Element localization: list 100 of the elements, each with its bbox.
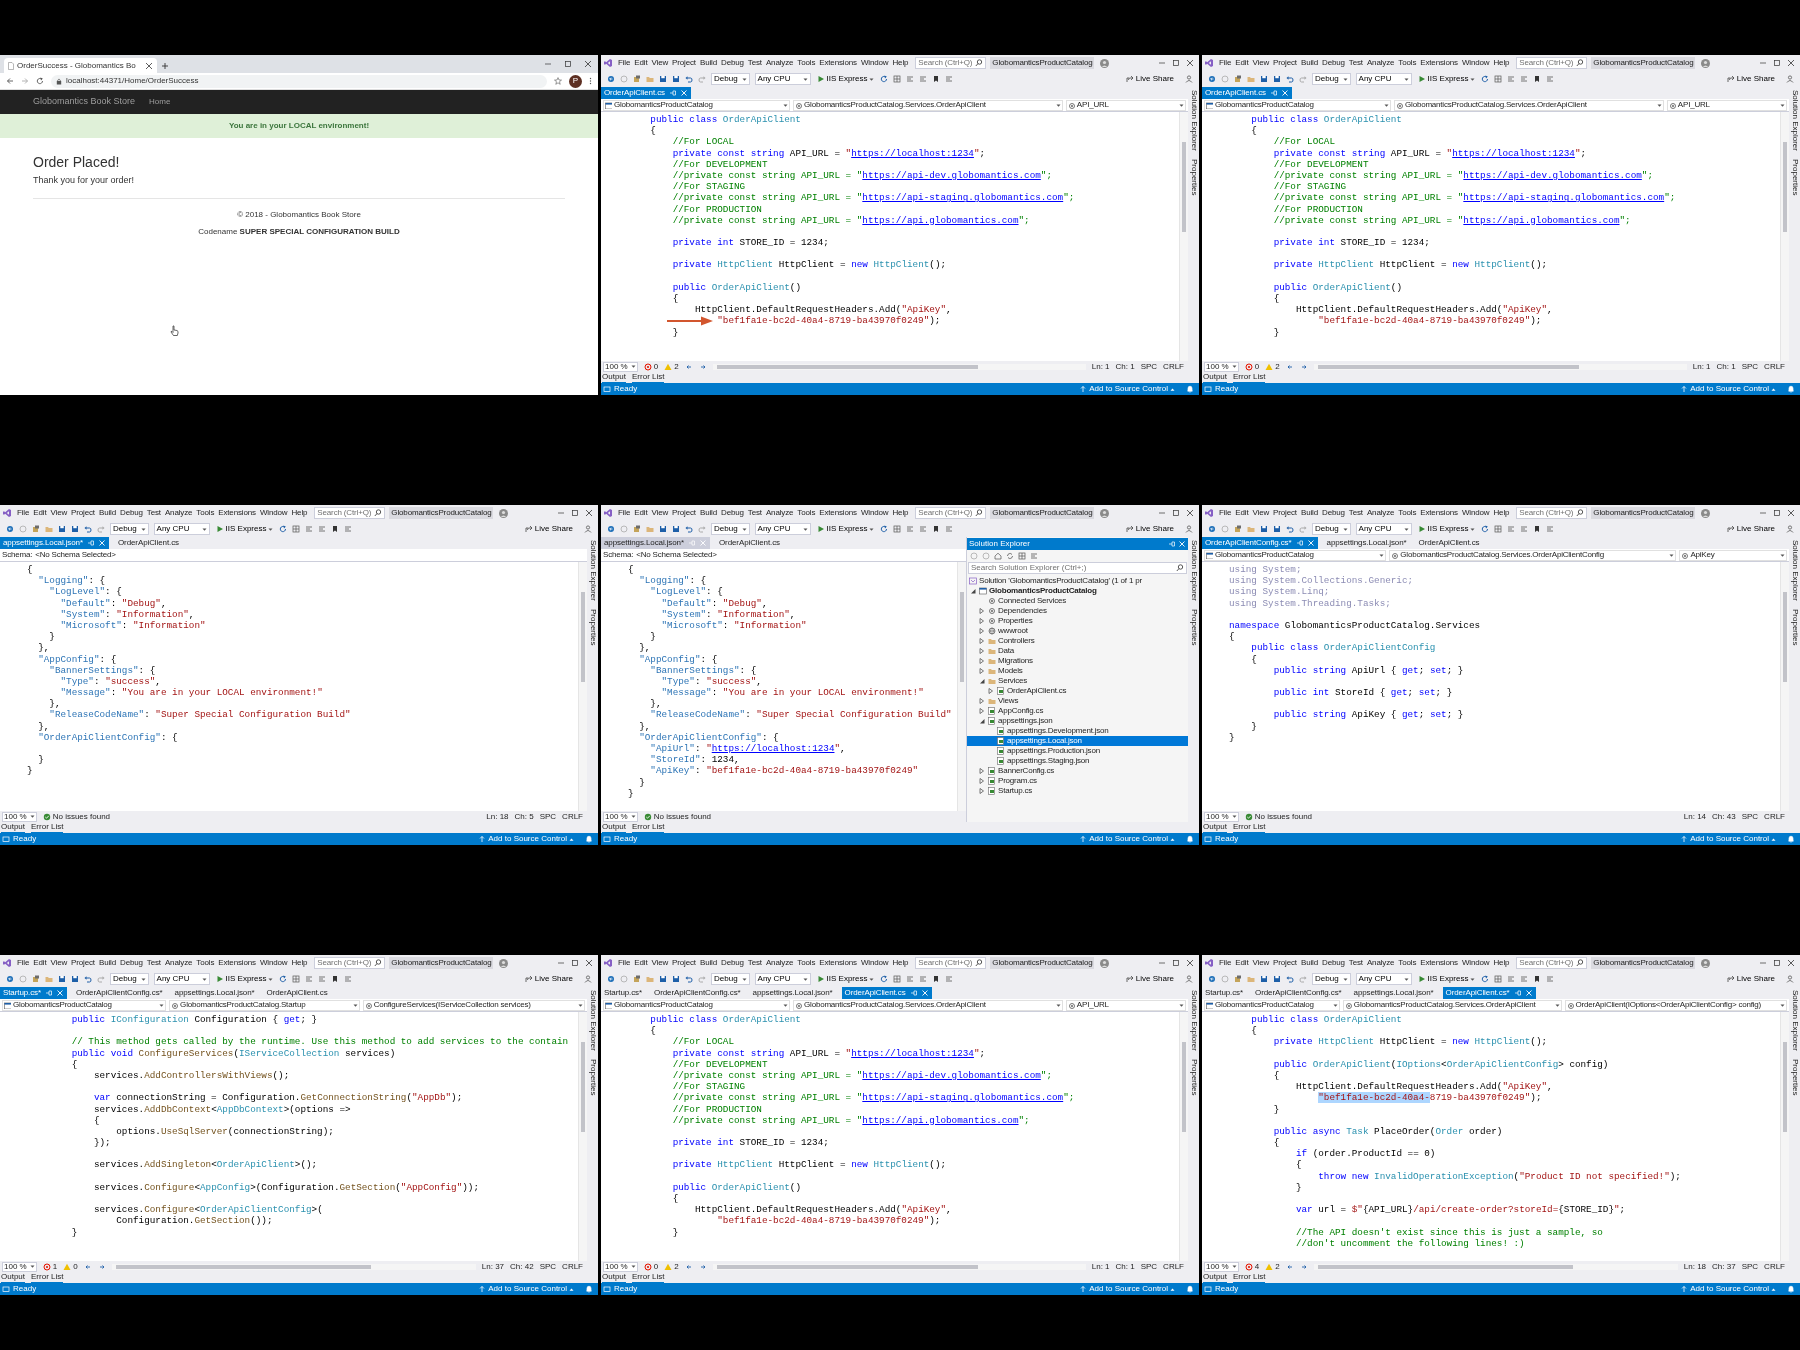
side-tab[interactable]: Properties bbox=[586, 608, 598, 646]
notification-icon[interactable] bbox=[1186, 385, 1194, 393]
close-icon[interactable] bbox=[585, 959, 593, 967]
close-icon[interactable] bbox=[1787, 509, 1795, 517]
menu-item[interactable]: View bbox=[1252, 957, 1270, 969]
menu-item[interactable]: Edit bbox=[1235, 507, 1249, 519]
menu-item[interactable]: Analyze bbox=[164, 957, 193, 969]
menu-item[interactable]: Extensions bbox=[1420, 57, 1458, 69]
menu-item[interactable]: Build bbox=[699, 507, 717, 519]
align-icon[interactable] bbox=[344, 975, 353, 983]
configuration-dropdown[interactable]: Debug bbox=[711, 73, 750, 85]
vertical-scrollbar[interactable] bbox=[1780, 562, 1789, 811]
tree-item[interactable]: appsettings.Production.json bbox=[967, 746, 1188, 756]
bookmark-icon[interactable] bbox=[932, 525, 941, 533]
minimize-icon[interactable] bbox=[544, 60, 552, 68]
grid-icon[interactable] bbox=[893, 975, 902, 983]
editor-tab[interactable]: OrderApiClientConfig.cs* bbox=[73, 987, 166, 999]
redo-icon[interactable] bbox=[97, 525, 105, 533]
new-tab-icon[interactable] bbox=[160, 62, 169, 70]
refresh-icon[interactable] bbox=[279, 525, 288, 533]
minimize-icon[interactable] bbox=[557, 509, 565, 517]
menu-item[interactable]: Edit bbox=[634, 957, 648, 969]
zoom-dropdown[interactable]: 100 % bbox=[1204, 361, 1239, 372]
forward-icon[interactable] bbox=[21, 77, 29, 85]
home-icon[interactable] bbox=[994, 552, 1002, 560]
source-control-button[interactable]: Add to Source Control bbox=[1079, 383, 1175, 395]
menu-item[interactable]: Help bbox=[892, 57, 909, 69]
side-tab[interactable]: Properties bbox=[1788, 158, 1800, 196]
save-all-icon[interactable] bbox=[1273, 75, 1281, 83]
refresh-icon[interactable] bbox=[1481, 975, 1490, 983]
align-icon[interactable] bbox=[305, 975, 314, 983]
align-icon[interactable] bbox=[305, 525, 314, 533]
avatar-icon[interactable] bbox=[1701, 508, 1711, 518]
align-icon[interactable] bbox=[344, 525, 353, 533]
issues-indicator[interactable]: No issues found bbox=[1244, 810, 1313, 823]
menu-icon[interactable] bbox=[589, 77, 592, 85]
save-all-icon[interactable] bbox=[71, 975, 79, 983]
tree-item[interactable]: Startup.cs bbox=[967, 786, 1188, 796]
side-tab[interactable]: Properties bbox=[1187, 158, 1199, 196]
menu-item[interactable]: Build bbox=[699, 57, 717, 69]
save-all-icon[interactable] bbox=[71, 525, 79, 533]
configuration-dropdown[interactable]: Debug bbox=[711, 523, 750, 535]
menu-item[interactable]: Help bbox=[892, 957, 909, 969]
undo-icon[interactable] bbox=[84, 975, 92, 983]
menu-item[interactable]: View bbox=[651, 57, 669, 69]
menu-item[interactable]: Window bbox=[860, 507, 889, 519]
forward-icon[interactable] bbox=[19, 525, 27, 533]
menu-item[interactable]: File bbox=[17, 507, 30, 519]
align-icon[interactable] bbox=[906, 75, 915, 83]
forward-icon[interactable] bbox=[982, 552, 990, 560]
menu-item[interactable]: Build bbox=[1300, 57, 1318, 69]
menu-item[interactable]: Edit bbox=[33, 507, 47, 519]
bookmark-icon[interactable] bbox=[1533, 525, 1542, 533]
line-ending-indicator[interactable]: CRLF bbox=[562, 810, 585, 823]
next-icon[interactable] bbox=[698, 1262, 707, 1271]
navigation-dropdown[interactable]: ConfigureServices(IServiceCollection services) bbox=[362, 999, 585, 1011]
menu-item[interactable]: Project bbox=[1273, 57, 1297, 69]
error-count[interactable]: 0 bbox=[643, 1260, 659, 1273]
horizontal-scrollbar[interactable] bbox=[1313, 1263, 1678, 1270]
refresh-icon[interactable] bbox=[1481, 525, 1490, 533]
issues-indicator[interactable]: No issues found bbox=[42, 810, 111, 823]
close-icon[interactable] bbox=[1186, 509, 1194, 517]
navigation-dropdown[interactable]: API_URL bbox=[1065, 999, 1186, 1011]
menu-item[interactable]: Build bbox=[98, 507, 116, 519]
tree-item[interactable]: AppConfig.cs bbox=[967, 706, 1188, 716]
grid-icon[interactable] bbox=[1494, 975, 1503, 983]
menu-item[interactable]: View bbox=[651, 507, 669, 519]
editor-tab[interactable]: OrderApiClient.cs bbox=[841, 987, 932, 999]
platform-dropdown[interactable]: Any CPU bbox=[754, 973, 811, 985]
avatar-icon[interactable] bbox=[499, 958, 509, 968]
sync-icon[interactable] bbox=[1006, 552, 1014, 560]
configuration-dropdown[interactable]: Debug bbox=[1312, 523, 1351, 535]
align-icon[interactable] bbox=[945, 975, 954, 983]
maximize-icon[interactable] bbox=[1773, 959, 1781, 967]
vertical-scrollbar[interactable] bbox=[578, 1012, 587, 1261]
pin-icon[interactable] bbox=[45, 989, 53, 997]
navigation-dropdown[interactable]: GlobomanticsProductCatalog bbox=[1204, 549, 1387, 561]
run-button[interactable]: IIS Express bbox=[815, 523, 876, 535]
minimize-icon[interactable] bbox=[1759, 959, 1767, 967]
zoom-dropdown[interactable]: 100 % bbox=[603, 361, 638, 372]
next-icon[interactable] bbox=[698, 362, 707, 371]
menu-item[interactable]: Analyze bbox=[765, 957, 794, 969]
menu-item[interactable]: Extensions bbox=[819, 507, 857, 519]
navigation-dropdown[interactable]: GlobomanticsProductCatalog.Services.OrderApiClient bbox=[1394, 99, 1664, 111]
new-project-icon[interactable] bbox=[32, 975, 40, 983]
redo-icon[interactable] bbox=[1299, 75, 1307, 83]
menu-item[interactable]: Edit bbox=[1235, 57, 1249, 69]
new-project-icon[interactable] bbox=[1234, 525, 1242, 533]
menu-item[interactable]: Help bbox=[1493, 957, 1510, 969]
line-ending-indicator[interactable]: CRLF bbox=[1764, 810, 1787, 823]
pin-icon[interactable] bbox=[909, 989, 917, 997]
tree-item[interactable]: Services bbox=[967, 676, 1188, 686]
pin-icon[interactable] bbox=[1295, 539, 1303, 547]
tree-item[interactable]: appsettings.Development.json bbox=[967, 726, 1188, 736]
zoom-dropdown[interactable]: 100 % bbox=[2, 811, 37, 822]
navigation-dropdown[interactable]: GlobomanticsProductCatalog bbox=[1204, 99, 1392, 111]
tree-item[interactable]: BannerConfig.cs bbox=[967, 766, 1188, 776]
menu-item[interactable]: Edit bbox=[33, 957, 47, 969]
indent-indicator[interactable]: SPC bbox=[1741, 1260, 1759, 1273]
undo-icon[interactable] bbox=[1286, 975, 1294, 983]
